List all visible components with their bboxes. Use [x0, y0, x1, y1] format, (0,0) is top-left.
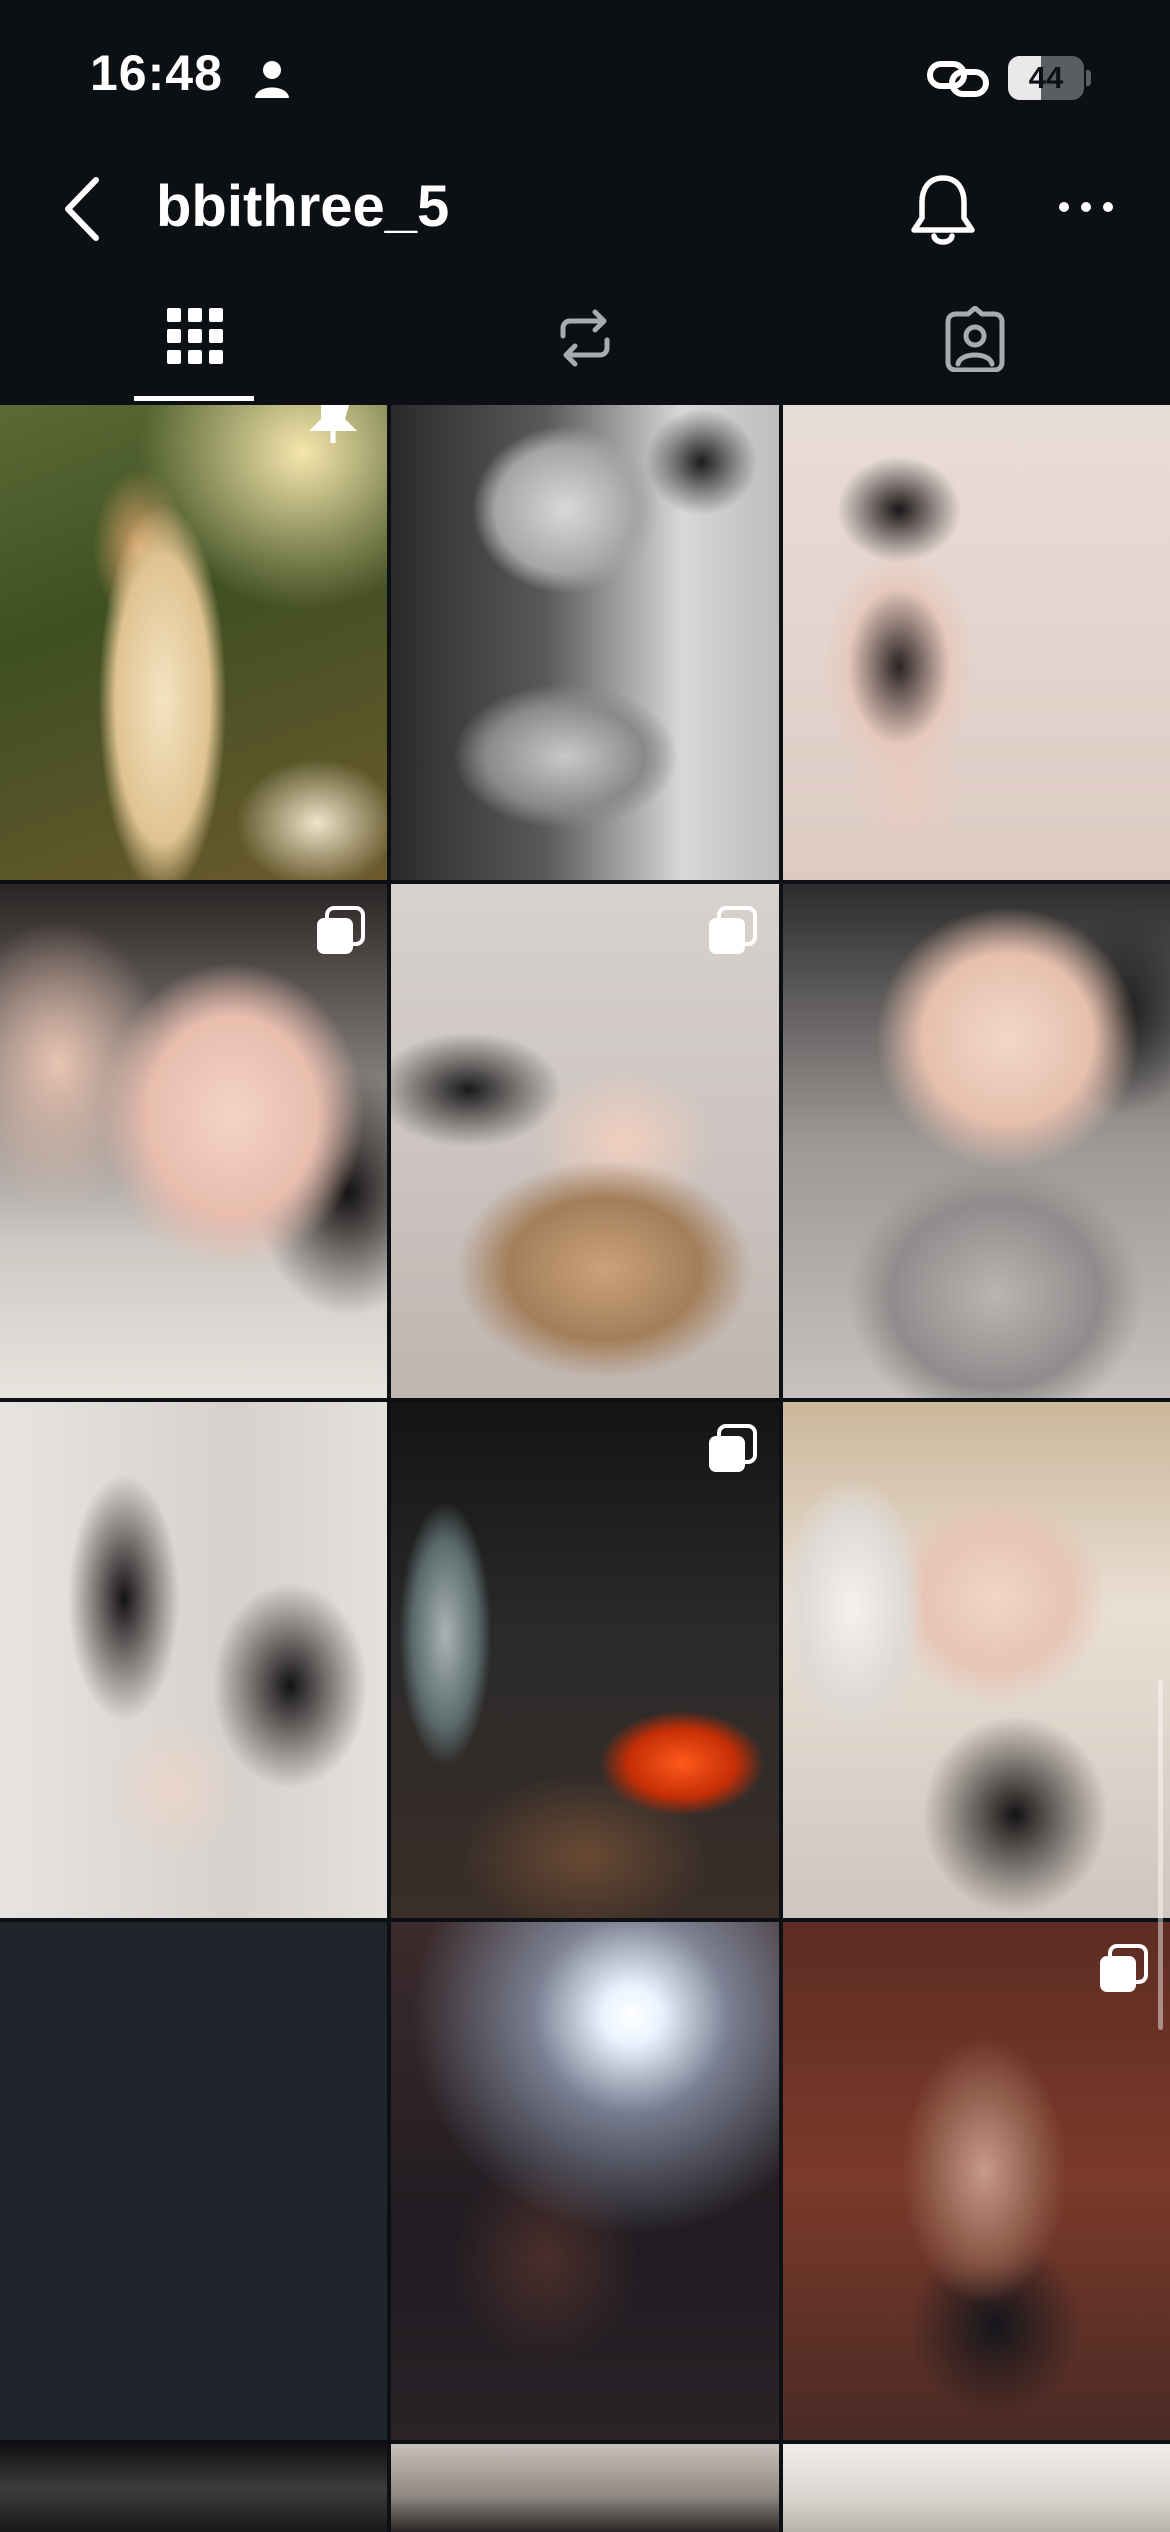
tab-reposts[interactable]: [390, 270, 780, 405]
tab-tagged[interactable]: [780, 270, 1170, 405]
grid-post-10[interactable]: [0, 1922, 387, 2440]
grid-post-2[interactable]: [391, 405, 779, 880]
grid-post-1[interactable]: [0, 405, 387, 880]
link-icon: [927, 61, 989, 97]
battery-indicator: 44: [1008, 56, 1091, 100]
status-bar: 16:48 44: [0, 0, 1170, 150]
battery-percentage: 44: [1028, 60, 1064, 95]
profile-tabs: [0, 270, 1170, 405]
tagged-icon: [945, 306, 1005, 372]
grid-icon: [167, 308, 223, 364]
grid-post-3[interactable]: [783, 405, 1170, 880]
grid-post-11[interactable]: [391, 1922, 779, 2440]
status-time: 16:48: [90, 45, 223, 101]
grid-post-7[interactable]: [0, 1402, 387, 1918]
carousel-icon: [317, 906, 365, 954]
bell-icon[interactable]: [908, 170, 978, 250]
grid-post-12[interactable]: [783, 1922, 1170, 2440]
carousel-icon: [709, 1424, 757, 1472]
back-chevron-icon[interactable]: [58, 174, 108, 244]
repost-icon: [560, 309, 610, 367]
more-options-icon[interactable]: [1056, 190, 1116, 224]
profile-username: bbithree_5: [156, 174, 450, 239]
scrollbar[interactable]: [1158, 1680, 1163, 2030]
pin-icon: [309, 405, 357, 443]
selected-tab-indicator: [134, 396, 254, 401]
grid-post-14[interactable]: [391, 2444, 779, 2532]
tab-posts-grid[interactable]: [0, 270, 390, 405]
profile-header: bbithree_5: [0, 150, 1170, 270]
grid-post-6[interactable]: [783, 884, 1170, 1398]
grid-post-15[interactable]: [783, 2444, 1170, 2532]
grid-post-8[interactable]: [391, 1402, 779, 1918]
grid-post-4[interactable]: [0, 884, 387, 1398]
grid-post-9[interactable]: [783, 1402, 1170, 1918]
carousel-icon: [709, 906, 757, 954]
grid-post-5[interactable]: [391, 884, 779, 1398]
person-icon: [255, 61, 289, 98]
grid-post-13[interactable]: [0, 2444, 387, 2532]
carousel-icon: [1100, 1944, 1148, 1992]
